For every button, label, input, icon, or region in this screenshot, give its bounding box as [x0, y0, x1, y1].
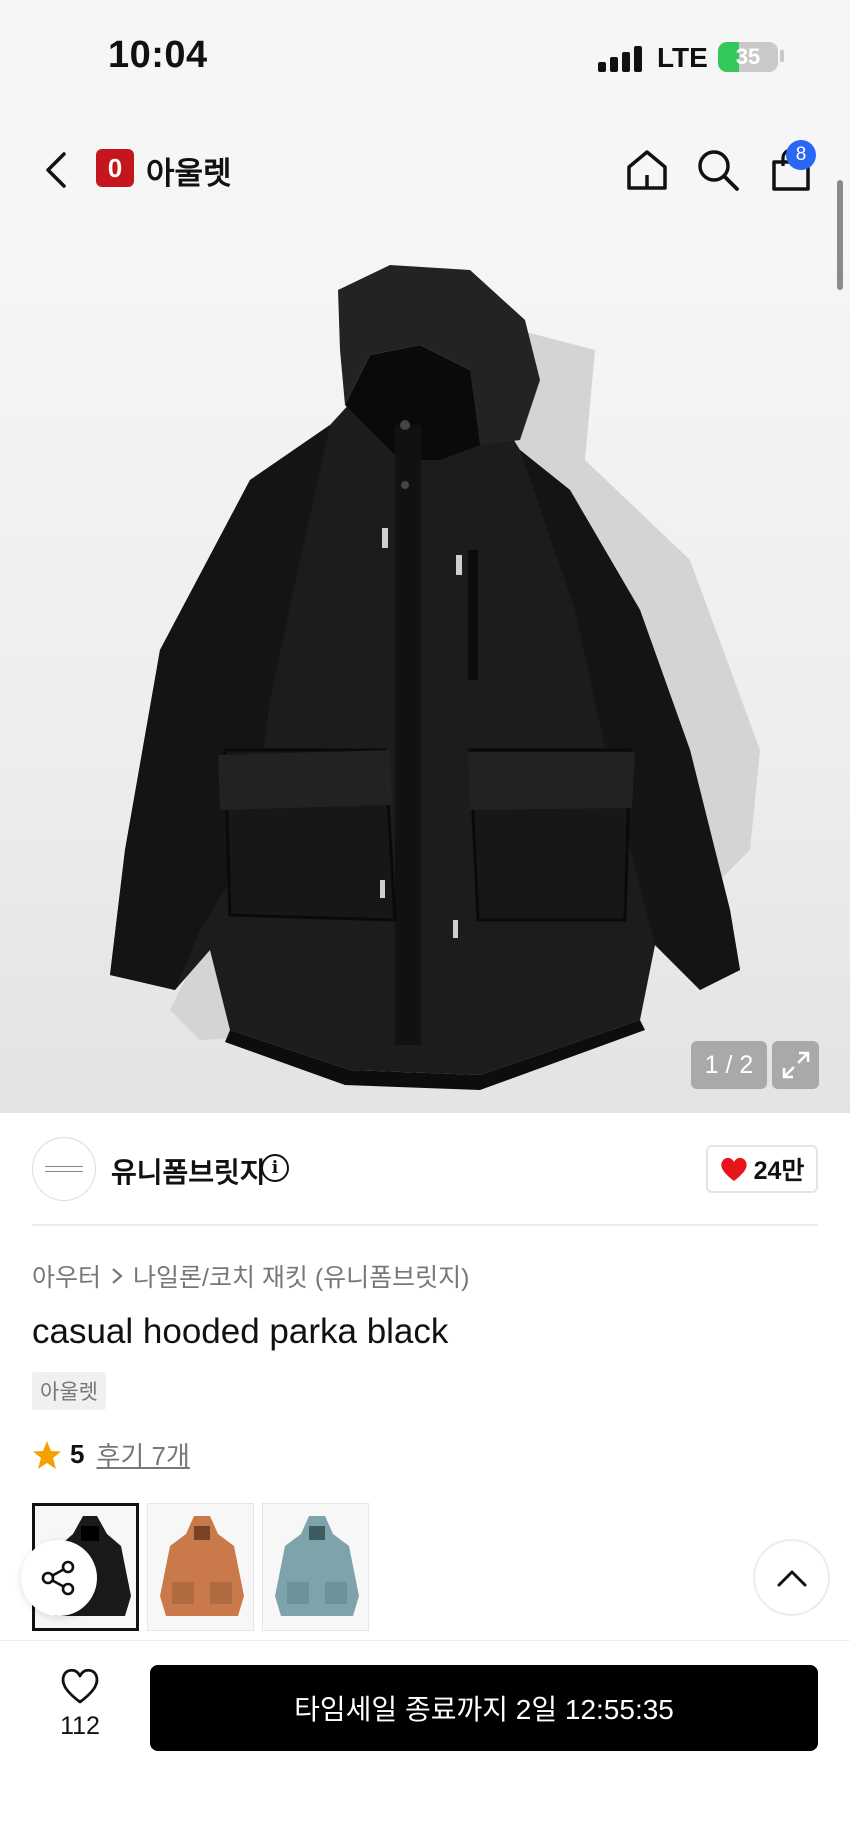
search-button[interactable]	[693, 145, 743, 195]
home-icon	[627, 150, 667, 190]
brand-like-button[interactable]: 24만	[706, 1145, 818, 1193]
timesale-button[interactable]: 타임세일 종료까지 2일 12:55:35	[150, 1665, 818, 1751]
rating-score: 5	[70, 1439, 85, 1469]
battery-percent: 35	[735, 44, 761, 69]
star-icon	[33, 1440, 61, 1469]
chevron-right-icon	[112, 1268, 123, 1284]
product-image	[110, 265, 760, 1090]
cart-count-badge: 8	[786, 140, 816, 170]
search-icon	[698, 150, 739, 191]
brand-name[interactable]: 아울렛	[146, 148, 232, 193]
breadcrumb-item[interactable]: 아우터	[32, 1258, 101, 1294]
heart-outline-icon	[61, 1668, 99, 1704]
divider	[32, 1224, 818, 1226]
image-page-indicator: 1 / 2	[691, 1041, 767, 1089]
expand-image-button[interactable]	[772, 1041, 819, 1089]
chevron-up-icon	[777, 1570, 806, 1586]
expand-icon	[782, 1051, 809, 1079]
brand-logo[interactable]: 0	[96, 149, 134, 187]
breadcrumb: 아우터 나일론/코치 재킷 (유니폼브릿지)	[32, 1258, 470, 1294]
battery-tip	[780, 50, 784, 62]
brand-like-count: 24만	[753, 1157, 805, 1185]
bottom-action-bar: 112 타임세일 종료까지 2일 12:55:35	[0, 1640, 850, 1842]
jacket-thumbnail	[275, 1516, 359, 1616]
network-label: LTE	[657, 42, 708, 73]
jacket-thumbnail	[160, 1516, 244, 1616]
signal-icon	[598, 46, 644, 72]
product-image-gallery[interactable]: 1 / 2	[0, 230, 850, 1113]
heart-filled-icon	[720, 1157, 747, 1181]
color-thumbnail-blue[interactable]	[262, 1503, 369, 1631]
app-header: 0 아울렛 8	[0, 110, 850, 230]
info-icon[interactable]: i	[261, 1154, 289, 1182]
status-bar: 10:04 LTE 35	[0, 0, 850, 110]
share-icon	[41, 1560, 75, 1596]
scroll-to-top-button[interactable]	[753, 1539, 830, 1616]
product-title: casual hooded parka black	[32, 1312, 449, 1351]
seller-row: 유니폼브릿지 i 24만	[32, 1137, 818, 1201]
outlet-tag: 아울렛	[32, 1372, 106, 1410]
review-link[interactable]: 후기 7개	[96, 1436, 189, 1473]
seller-name[interactable]: 유니폼브릿지	[111, 1151, 266, 1191]
scrollbar-thumb[interactable]	[837, 180, 843, 290]
status-time: 10:04	[108, 34, 208, 76]
back-button[interactable]	[36, 143, 76, 197]
chevron-left-icon	[46, 152, 66, 188]
color-thumbnail-orange[interactable]	[147, 1503, 254, 1631]
home-button[interactable]	[622, 145, 672, 195]
battery-icon: 35	[718, 42, 778, 72]
breadcrumb-item[interactable]: 나일론/코치 재킷 (유니폼브릿지)	[133, 1258, 470, 1294]
share-button[interactable]	[21, 1540, 97, 1616]
wishlist-button[interactable]: 112	[50, 1667, 110, 1741]
wishlist-count: 112	[60, 1712, 100, 1740]
seller-avatar[interactable]	[32, 1137, 96, 1201]
rating-row: 5 후기 7개	[32, 1436, 190, 1473]
